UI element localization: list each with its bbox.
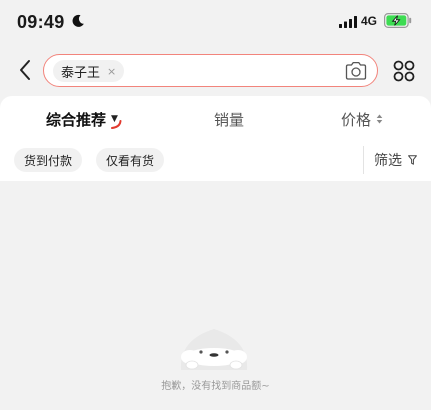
sort-filter-panel: 综合推荐 ▼ 销量 价格 货到付款 仅看有货 筛选 <box>0 96 431 181</box>
active-indicator-icon <box>111 120 122 129</box>
sort-sales-label: 销量 <box>214 110 245 129</box>
search-results-page: 09:49 4G 泰子王 × 综合推荐 ▼ 销量 价格 货到付款 仅看有货 筛选… <box>0 0 431 410</box>
in-stock-filter-chip[interactable]: 仅看有货 <box>96 148 165 172</box>
sort-price-label: 价格 <box>341 110 372 129</box>
status-bar: 09:49 4G <box>0 0 431 44</box>
sort-sales-tab[interactable]: 销量 <box>214 109 244 129</box>
empty-message: 抱歉，没有找到商品额~ <box>161 381 270 392</box>
search-query-text: 泰子王 <box>61 65 101 81</box>
funnel-icon <box>408 155 417 165</box>
empty-mascot-icon <box>180 329 248 370</box>
sort-price-tab[interactable]: 价格 <box>341 109 383 129</box>
signal-icon <box>339 16 357 28</box>
search-input[interactable]: 泰子王 × <box>43 54 378 87</box>
filter-divider <box>363 146 364 174</box>
filter-label: 筛选 <box>374 153 402 169</box>
sort-updown-icon <box>376 114 383 124</box>
moon-icon <box>72 14 84 27</box>
back-button[interactable] <box>14 56 36 84</box>
cod-filter-chip[interactable]: 货到付款 <box>14 148 83 172</box>
grid-dots-icon[interactable] <box>392 59 416 83</box>
filter-button[interactable]: 筛选 <box>374 151 417 169</box>
search-query-chip[interactable]: 泰子王 × <box>53 60 125 82</box>
camera-icon[interactable] <box>344 59 368 83</box>
sort-composite-tab[interactable]: 综合推荐 ▼ <box>46 109 118 129</box>
status-time: 09:49 <box>17 12 65 32</box>
network-type: 4G <box>361 14 378 28</box>
close-icon[interactable]: × <box>107 66 116 77</box>
battery-charging-icon <box>384 13 412 28</box>
chevron-left-icon <box>20 60 30 80</box>
sort-composite-label: 综合推荐 <box>46 110 107 129</box>
